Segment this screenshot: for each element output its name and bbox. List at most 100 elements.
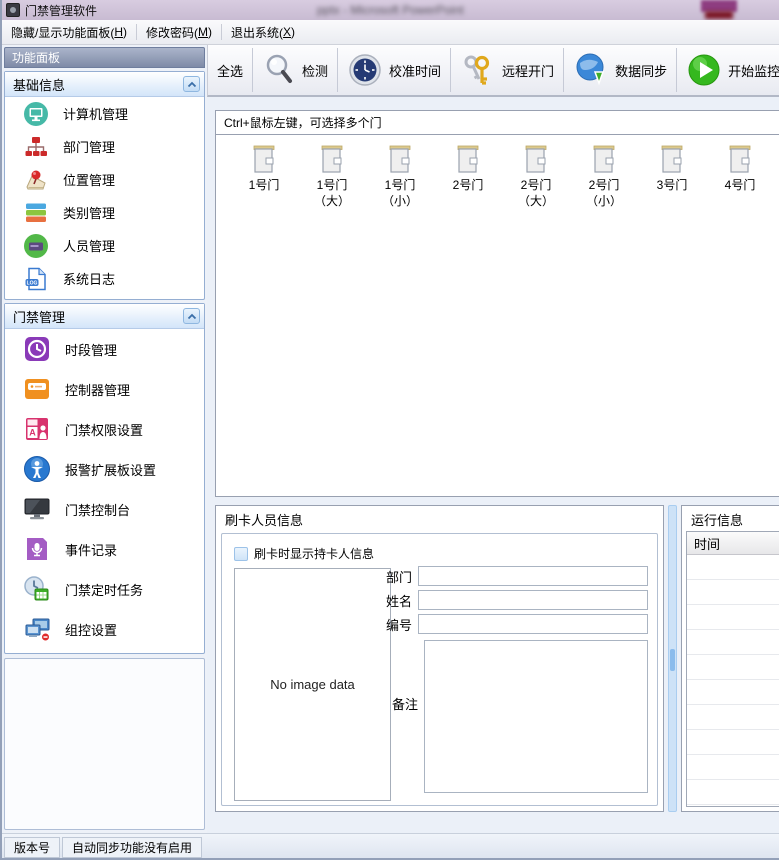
door-icon bbox=[593, 145, 615, 173]
event-record-icon bbox=[27, 538, 47, 560]
door-label: 1号门（小） bbox=[381, 178, 418, 209]
door-list: 1号门 1号门（大） 1号门（小） 2号门 2号门（大） 2号门（小） 3号门 … bbox=[216, 135, 779, 209]
sidebar-item-time-period-management[interactable]: 时段管理 bbox=[5, 329, 204, 369]
access-control-group: 门禁管理 时段管理 控制器管理 A 门禁权限设置 报警扩展板设置 门禁控制台 事… bbox=[4, 303, 205, 654]
app-window: 门禁管理软件 pptx - Microsoft PowerPoint 隐藏/显示… bbox=[0, 0, 779, 860]
door-item[interactable]: 1号门（小） bbox=[366, 143, 434, 209]
splitter-grip[interactable] bbox=[670, 649, 675, 671]
door-icon bbox=[321, 145, 343, 173]
window-title: 门禁管理软件 bbox=[25, 3, 98, 18]
computer-icon bbox=[24, 101, 48, 126]
door-icon bbox=[729, 145, 751, 173]
door-selection-hint: Ctrl+鼠标左键，可选择多个门 bbox=[216, 111, 779, 135]
sidebar-item-event-record[interactable]: 事件记录 bbox=[5, 529, 204, 569]
app-icon bbox=[6, 3, 20, 17]
number-field[interactable] bbox=[418, 614, 648, 634]
function-panel: 功能面板 基础信息 计算机管理 部门管理 位置管理 类别管理 人员管理 LOG … bbox=[4, 45, 207, 833]
sidebar-empty-area bbox=[4, 658, 205, 830]
department-field[interactable] bbox=[418, 566, 648, 586]
menu-item-exit[interactable]: 退出系统(X) bbox=[222, 20, 304, 44]
door-label: 4号门 bbox=[724, 178, 756, 192]
door-label: 1号门 bbox=[248, 178, 280, 192]
remark-label: 备注 bbox=[391, 697, 418, 712]
swipe-panel-body: 刷卡时显示持卡人信息 No image data 部门 姓名 编号 备注 bbox=[221, 533, 658, 806]
door-icon bbox=[525, 145, 547, 173]
panel-splitter[interactable] bbox=[668, 505, 677, 812]
door-selection-panel: Ctrl+鼠标左键，可选择多个门 1号门 1号门（大） 1号门（小） 2号门 2… bbox=[215, 110, 779, 497]
door-item[interactable]: 2号门 bbox=[434, 143, 502, 209]
sidebar-item-group-control-settings[interactable]: 组控设置 bbox=[5, 609, 204, 649]
sidebar-item-access-scheduled-task[interactable]: 门禁定时任务 bbox=[5, 569, 204, 609]
swipe-info-panel: 刷卡人员信息 刷卡时显示持卡人信息 No image data 部门 姓名 编号… bbox=[215, 505, 664, 812]
door-label: 2号门（小） bbox=[585, 178, 622, 209]
checkbox-label: 刷卡时显示持卡人信息 bbox=[254, 547, 375, 561]
run-info-rows bbox=[687, 555, 779, 806]
name-label: 姓名 bbox=[385, 593, 412, 609]
door-item[interactable]: 2号门（大） bbox=[502, 143, 570, 209]
layers-icon bbox=[26, 203, 46, 222]
schedule-icon bbox=[24, 576, 49, 601]
sidebar-item-system-log[interactable]: LOG 系统日志 bbox=[5, 262, 204, 295]
detect-button[interactable]: 检测 bbox=[253, 48, 337, 92]
sidebar-item-personnel-management[interactable]: 人员管理 bbox=[5, 229, 204, 262]
department-field-row: 部门 bbox=[222, 566, 648, 586]
access-control-section-header[interactable]: 门禁管理 bbox=[5, 304, 204, 329]
monitor-icon bbox=[24, 498, 50, 520]
door-item[interactable]: 4号门 bbox=[706, 143, 774, 209]
calibrate-time-button[interactable]: 校准时间 bbox=[338, 48, 450, 92]
function-panel-header: 功能面板 bbox=[4, 47, 205, 68]
person-card-icon bbox=[24, 233, 48, 258]
door-label: 2号门（大） bbox=[517, 178, 554, 209]
sidebar-item-department-management[interactable]: 部门管理 bbox=[5, 130, 204, 163]
status-bar: 版本号 自动同步功能没有启用 bbox=[2, 833, 779, 858]
sidebar-item-computer-management[interactable]: 计算机管理 bbox=[5, 97, 204, 130]
sidebar-item-access-console[interactable]: 门禁控制台 bbox=[5, 489, 204, 529]
sidebar-item-access-permission-settings[interactable]: A 门禁权限设置 bbox=[5, 409, 204, 449]
magnifier-icon bbox=[266, 54, 293, 83]
collapse-button[interactable] bbox=[183, 76, 200, 92]
group-computers-icon bbox=[25, 618, 50, 642]
remote-open-door-button[interactable]: 远程开门 bbox=[451, 48, 563, 92]
show-cardholder-checkbox[interactable] bbox=[234, 546, 248, 561]
door-label: 1号门（大） bbox=[313, 178, 350, 209]
play-icon bbox=[688, 54, 720, 86]
time-column-header[interactable]: 时间 bbox=[687, 532, 779, 555]
door-icon bbox=[253, 145, 275, 173]
sidebar-item-controller-management[interactable]: 控制器管理 bbox=[5, 369, 204, 409]
map-pin-icon bbox=[26, 170, 46, 189]
time-history-icon bbox=[25, 337, 49, 361]
sidebar-item-location-management[interactable]: 位置管理 bbox=[5, 163, 204, 196]
door-icon bbox=[661, 145, 683, 173]
menu-bar: 隐藏/显示功能面板(H) 修改密码(M) 退出系统(X) bbox=[2, 20, 779, 45]
permission-icon: A bbox=[26, 418, 48, 440]
run-panel-title: 运行信息 bbox=[691, 512, 744, 528]
show-cardholder-checkbox-row[interactable]: 刷卡时显示持卡人信息 bbox=[234, 545, 374, 562]
name-field-row: 姓名 bbox=[222, 590, 648, 610]
select-all-button[interactable]: 全选 bbox=[208, 48, 252, 92]
door-label: 3号门 bbox=[656, 178, 688, 192]
door-item[interactable]: 3号门 bbox=[638, 143, 706, 209]
start-monitor-button[interactable]: 开始监控 bbox=[677, 48, 779, 92]
sidebar-item-alarm-expansion-settings[interactable]: 报警扩展板设置 bbox=[5, 449, 204, 489]
section-title: 基础信息 bbox=[13, 77, 66, 93]
toolbar: 全选 检测 校准时间 远程开门 数据同步 开始监控 bbox=[207, 45, 779, 97]
no-image-text: No image data bbox=[270, 677, 355, 692]
remark-field[interactable] bbox=[424, 640, 648, 793]
menu-item-toggle-panel[interactable]: 隐藏/显示功能面板(H) bbox=[2, 20, 136, 44]
background-window-fragment bbox=[705, 11, 733, 19]
sidebar-item-category-management[interactable]: 类别管理 bbox=[5, 196, 204, 229]
autosync-status-cell: 自动同步功能没有启用 bbox=[62, 836, 203, 858]
door-icon bbox=[457, 145, 479, 173]
number-label: 编号 bbox=[385, 617, 412, 633]
door-item[interactable]: 1号门（大） bbox=[298, 143, 366, 209]
basic-info-section-header[interactable]: 基础信息 bbox=[5, 72, 204, 97]
door-item[interactable]: 2号门（小） bbox=[570, 143, 638, 209]
door-item[interactable]: 1号门 bbox=[230, 143, 298, 209]
name-field[interactable] bbox=[418, 590, 648, 610]
menu-item-change-password[interactable]: 修改密码(M) bbox=[137, 20, 221, 44]
collapse-button[interactable] bbox=[183, 308, 200, 324]
swipe-panel-title: 刷卡人员信息 bbox=[225, 512, 304, 528]
svg-text:A: A bbox=[29, 428, 36, 438]
data-sync-button[interactable]: 数据同步 bbox=[564, 48, 676, 92]
chevron-up-icon bbox=[187, 81, 196, 87]
